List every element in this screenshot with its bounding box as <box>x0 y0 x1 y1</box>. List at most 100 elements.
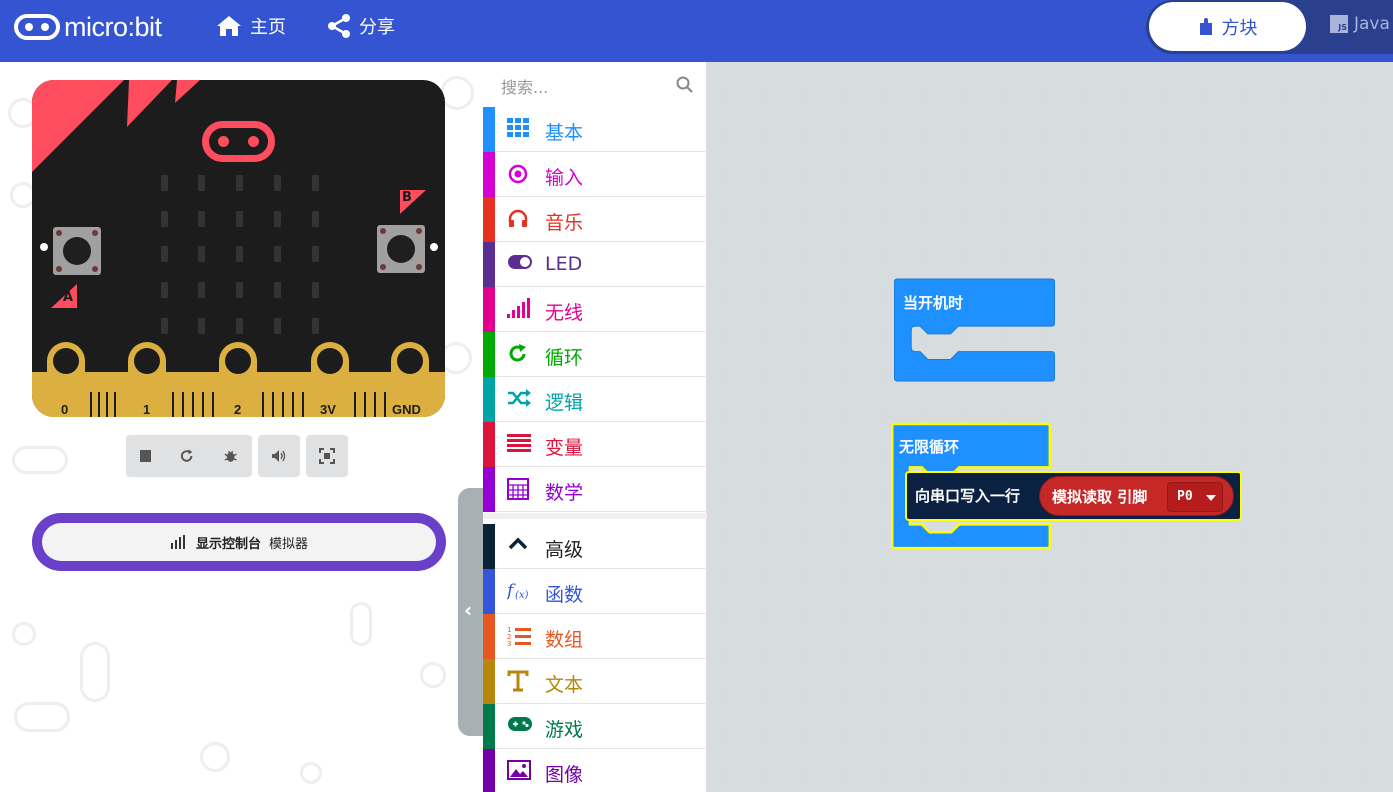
grid-cross <box>724 733 730 739</box>
grid-cross <box>964 93 970 99</box>
grid-cross <box>764 653 770 659</box>
javascript-tab[interactable]: JS Java <box>1330 14 1390 34</box>
led <box>161 318 168 334</box>
grid-cross <box>924 173 930 179</box>
grid-cross <box>804 773 810 779</box>
show-console-button[interactable]: 显示控制台 模拟器 <box>32 513 446 571</box>
led <box>198 318 205 334</box>
toolbox-category-6[interactable]: 逻辑 <box>483 377 707 422</box>
grid-cross <box>1124 293 1130 299</box>
logo-text: micro:bit <box>64 11 162 42</box>
grid-cross <box>724 333 730 339</box>
pin-dropdown[interactable]: P0 <box>1167 482 1223 512</box>
category-color-bar <box>483 152 495 197</box>
toolbox-category-7[interactable]: 变量 <box>483 422 707 467</box>
edge-stripe <box>302 392 304 417</box>
microbit-logo[interactable]: micro:bit <box>14 12 162 42</box>
toolbox-category-5[interactable]: 图像 <box>483 749 707 792</box>
collapse-simulator-button[interactable]: ‹ <box>458 488 483 736</box>
toolbox-category-5[interactable]: 循环 <box>483 332 707 377</box>
home-button[interactable]: 主页 <box>216 0 286 52</box>
grid-cross <box>1044 173 1050 179</box>
toolbox-category-3[interactable]: LED <box>483 242 707 287</box>
grid-cross <box>764 333 770 339</box>
grid-cross <box>924 573 930 579</box>
edge-stripe <box>212 392 214 417</box>
led <box>161 246 168 262</box>
grid-cross <box>844 613 850 619</box>
grid-cross <box>884 173 890 179</box>
search-icon[interactable] <box>676 76 693 93</box>
toolbox-category-4[interactable]: 无线 <box>483 287 707 332</box>
led <box>236 175 243 191</box>
radio-target-icon <box>507 163 531 185</box>
pin-label: GND <box>392 402 421 417</box>
grid-cross <box>1004 413 1010 419</box>
toolbox-category-4[interactable]: 游戏 <box>483 704 707 749</box>
search-input[interactable]: 搜索... <box>501 74 548 98</box>
analog-read-pin-block[interactable]: 模拟读取 引脚 P0 <box>1039 476 1234 516</box>
sound-button[interactable] <box>258 435 300 477</box>
grid-cross <box>724 493 730 499</box>
grid-cross <box>884 653 890 659</box>
category-label: 音乐 <box>545 212 584 234</box>
toolbox-category-0[interactable]: 高级 <box>483 524 707 569</box>
led <box>236 282 243 298</box>
toolbox-category-2[interactable]: 音乐 <box>483 197 707 242</box>
grid-cross <box>1124 413 1130 419</box>
grid-cross <box>764 93 770 99</box>
grid-cross <box>1364 293 1370 299</box>
grid-cross <box>764 413 770 419</box>
grid-cross <box>924 733 930 739</box>
grid-cross <box>1204 533 1210 539</box>
grid-cross <box>764 533 770 539</box>
grid-cross <box>1044 733 1050 739</box>
toolbox-category-2[interactable]: 123 数组 <box>483 614 707 659</box>
toolbox-search[interactable]: 搜索... <box>483 62 707 106</box>
fullscreen-button[interactable] <box>306 435 348 477</box>
button-a[interactable] <box>53 227 101 275</box>
chevron-up-icon <box>507 535 531 557</box>
grid-cross <box>844 213 850 219</box>
category-color-bar <box>483 377 495 422</box>
toolbox-category-8[interactable]: 数学 <box>483 467 707 512</box>
toolbox-category-1[interactable]: f (x) 函数 <box>483 569 707 614</box>
grid-cross <box>724 373 730 379</box>
grid-cross <box>1324 213 1330 219</box>
grid-cross <box>1364 93 1370 99</box>
share-button[interactable]: 分享 <box>327 0 395 52</box>
category-color-bar <box>483 467 495 512</box>
grid-cross <box>1244 453 1250 459</box>
grid-cross <box>1084 413 1090 419</box>
grid-cross <box>724 573 730 579</box>
function-icon: f (x) <box>505 580 531 602</box>
category-label: 游戏 <box>545 719 584 741</box>
debug-icon[interactable] <box>223 448 238 464</box>
grid-cross <box>884 333 890 339</box>
category-label: 无线 <box>545 302 584 324</box>
toolbox-category-3[interactable]: 文本 <box>483 659 707 704</box>
grid-cross <box>884 293 890 299</box>
restart-icon[interactable] <box>179 448 194 464</box>
grid-cross <box>804 93 810 99</box>
blocks-tab[interactable]: 方块 <box>1149 2 1306 51</box>
button-b[interactable] <box>377 225 425 273</box>
blocks-workspace[interactable]: 当开机时 无限循环 向串口写入一行 模拟读取 引脚 P0 <box>707 62 1393 792</box>
grid-cross <box>964 773 970 779</box>
grid-cross <box>764 573 770 579</box>
toolbox-category-0[interactable]: 基本 <box>483 107 707 152</box>
grid-cross <box>1084 333 1090 339</box>
grid-cross <box>1204 733 1210 739</box>
background-decoration <box>12 622 36 646</box>
grid-cross <box>1044 613 1050 619</box>
grid-cross <box>1164 693 1170 699</box>
led <box>312 318 319 334</box>
grid-cross <box>884 213 890 219</box>
stop-icon[interactable] <box>140 450 152 462</box>
led <box>274 282 281 298</box>
grid-cross <box>1324 453 1330 459</box>
toolbox-category-1[interactable]: 输入 <box>483 152 707 197</box>
grid-cross <box>1324 133 1330 139</box>
category-color-bar <box>483 614 495 659</box>
share-label: 分享 <box>359 17 395 38</box>
